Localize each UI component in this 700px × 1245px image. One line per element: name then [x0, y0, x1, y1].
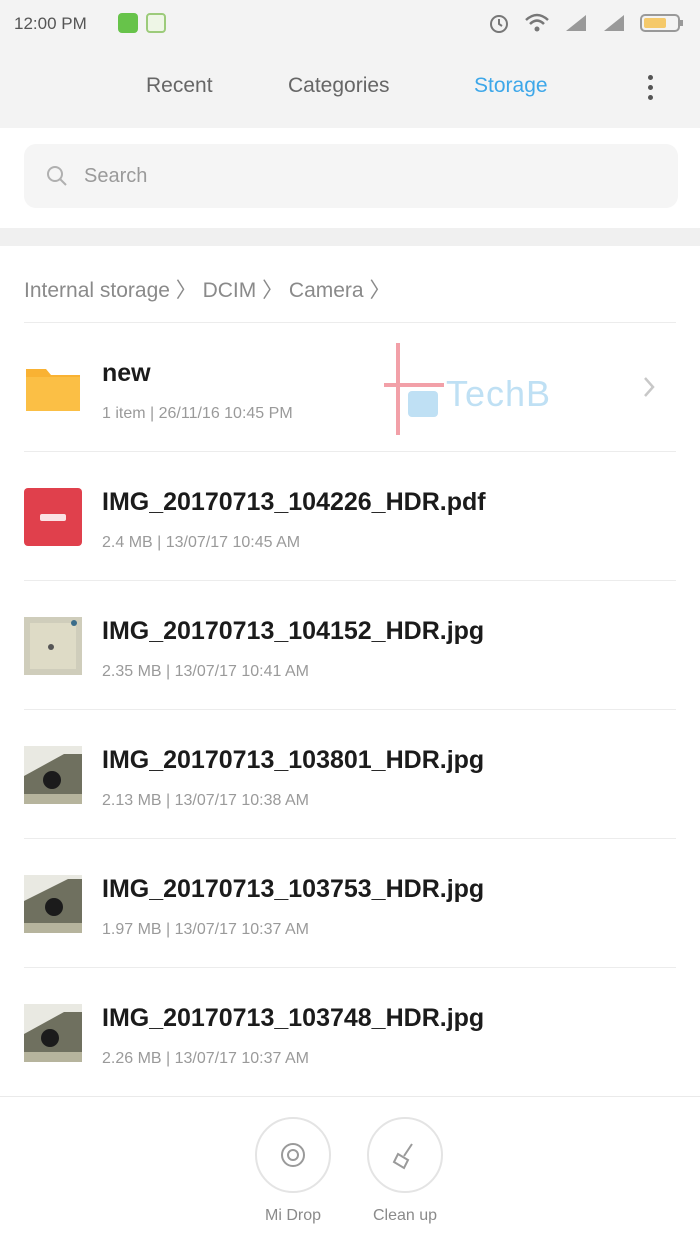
image-thumbnail: [24, 746, 82, 804]
clean-up-circle: [367, 1117, 443, 1193]
clean-up-label: Clean up: [372, 1207, 438, 1224]
status-indicators: [488, 12, 684, 34]
mi-drop-circle: [255, 1117, 331, 1193]
bottom-action-bar: Mi Drop Clean up: [0, 1096, 700, 1245]
list-item-file[interactable]: IMG_20170713_103748_HDR.jpg 2.26 MB | 13…: [24, 967, 676, 1096]
status-bar: 12:00 PM: [0, 0, 700, 50]
image-thumbnail: [24, 1004, 82, 1062]
list-item-file[interactable]: IMG_20170713_104226_HDR.pdf 2.4 MB | 13/…: [24, 451, 676, 580]
folder-icon: [26, 369, 80, 411]
watermark-icon: [384, 343, 444, 435]
file-meta: 2.13 MB | 13/07/17 10:38 AM: [102, 792, 309, 809]
image-thumbnail: [24, 617, 82, 675]
search-icon: [47, 166, 67, 186]
section-divider: [0, 228, 700, 246]
watermark-text: TechB: [446, 373, 552, 414]
tab-storage[interactable]: Storage: [474, 74, 548, 98]
watermark-logo: TechB: [384, 343, 614, 435]
image-thumbnail: [24, 875, 82, 933]
top-tab-bar: Recent Categories Storage: [0, 50, 700, 128]
file-meta: 2.26 MB | 13/07/17 10:37 AM: [102, 1050, 309, 1067]
list-item-file[interactable]: IMG_20170713_103801_HDR.jpg 2.13 MB | 13…: [24, 709, 676, 838]
more-options-button[interactable]: [644, 72, 656, 106]
file-name: IMG_20170713_103753_HDR.jpg: [102, 875, 485, 903]
battery-icon: [640, 14, 683, 32]
file-meta: 2.4 MB | 13/07/17 10:45 AM: [102, 534, 301, 551]
mi-drop-button[interactable]: Mi Drop: [238, 1117, 348, 1225]
list-item-folder[interactable]: new 1 item | 26/11/16 10:45 PM TechB: [24, 322, 676, 451]
alarm-icon: [490, 15, 508, 33]
file-name: IMG_20170713_103748_HDR.jpg: [102, 1004, 485, 1032]
signal-2-icon: [604, 15, 624, 31]
status-time: 12:00 PM: [14, 14, 87, 33]
search-section: [0, 128, 700, 228]
wifi-icon: [525, 13, 549, 32]
chevron-right-icon: [644, 377, 655, 397]
list-item-file[interactable]: IMG_20170713_104152_HDR.jpg 2.35 MB | 13…: [24, 580, 676, 709]
file-meta: 1.97 MB | 13/07/17 10:37 AM: [102, 921, 309, 938]
mi-drop-icon: [281, 1143, 305, 1167]
pdf-file-icon: [24, 488, 82, 546]
clean-up-button[interactable]: Clean up: [350, 1117, 460, 1225]
file-name: IMG_20170713_104152_HDR.jpg: [102, 617, 485, 645]
broom-icon: [392, 1143, 413, 1170]
file-name: IMG_20170713_103801_HDR.jpg: [102, 746, 485, 774]
file-list: new 1 item | 26/11/16 10:45 PM TechB IMG…: [0, 322, 700, 1096]
mi-drop-label: Mi Drop: [264, 1207, 321, 1224]
tab-categories[interactable]: Categories: [288, 74, 390, 98]
search-input[interactable]: [82, 163, 646, 189]
more-dot-icon: [647, 85, 653, 90]
search-box[interactable]: [24, 144, 678, 208]
list-item-file[interactable]: IMG_20170713_103753_HDR.jpg 1.97 MB | 13…: [24, 838, 676, 967]
file-meta: 1 item | 26/11/16 10:45 PM: [102, 405, 293, 422]
signal-1-icon: [566, 15, 586, 31]
tab-recent[interactable]: Recent: [146, 74, 213, 98]
file-meta: 2.35 MB | 13/07/17 10:41 AM: [102, 663, 309, 680]
file-name: IMG_20170713_104226_HDR.pdf: [102, 488, 486, 516]
notification-gallery-icon: [146, 13, 166, 33]
more-dot-icon: [647, 75, 653, 80]
file-name: new: [102, 359, 151, 387]
notification-app-icon: [118, 13, 138, 33]
more-dot-icon: [647, 95, 653, 100]
breadcrumb[interactable]: Internal storage 〉 DCIM 〉 Camera 〉: [24, 274, 390, 304]
